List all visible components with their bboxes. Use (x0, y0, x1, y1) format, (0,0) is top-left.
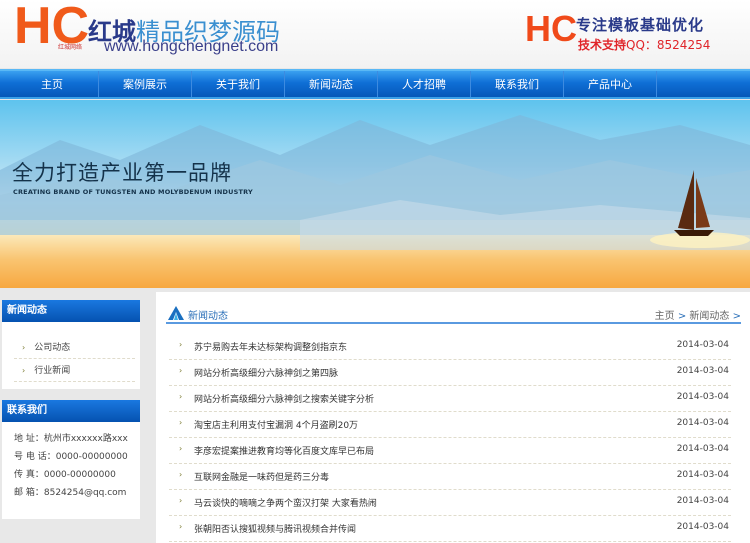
arrow-icon: › (179, 470, 183, 479)
arrow-icon: › (179, 392, 183, 401)
news-item[interactable]: › 李彦宏提案推进教育均等化百度文库早已布局 2014-03-04 (169, 438, 731, 464)
news-date: 2014-03-04 (676, 522, 729, 532)
nav-news[interactable]: 新闻动态 (285, 71, 378, 97)
breadcrumb: 主页 > 新闻动态 > (655, 307, 741, 322)
nav-cases[interactable]: 案例展示 (99, 71, 192, 97)
main-nav: 主页 案例展示 关于我们 新闻动态 人才招聘 联系我们 产品中心 (0, 69, 750, 99)
nav-home[interactable]: 主页 (6, 71, 99, 97)
news-item[interactable]: › 苏宁易购去年未达标架构调整剑指京东 2014-03-04 (169, 334, 731, 360)
nav-products[interactable]: 产品中心 (564, 71, 657, 97)
sidebar-link-industry-news[interactable]: › 行业新闻 (14, 359, 135, 382)
news-item[interactable]: › 淘宝店主利用支付宝漏洞 4个月盗刷20万 2014-03-04 (169, 412, 731, 438)
news-item[interactable]: › 网站分析高级细分六脉神剑之第四脉 2014-03-04 (169, 360, 731, 386)
news-title[interactable]: 网站分析高级细分六脉神剑之搜索关键字分析 (194, 392, 374, 405)
contact-address: 地 址：杭州市xxxxxx路xxx (14, 434, 128, 444)
arrow-icon: › (179, 496, 183, 505)
news-date: 2014-03-04 (676, 470, 729, 480)
breadcrumb-separator: > (677, 311, 687, 322)
sidebar-news-title: 新闻动态 (2, 300, 140, 322)
breadcrumb-home[interactable]: 主页 (655, 311, 675, 322)
news-date: 2014-03-04 (676, 418, 729, 428)
news-title[interactable]: 张朝阳否认搜狐视频与腾讯视频合并传闻 (194, 522, 356, 535)
logo[interactable]: HC 红城网络 (14, 0, 89, 55)
arrow-icon: › (179, 418, 183, 427)
arrow-icon: › (179, 444, 183, 453)
arrow-icon: › (179, 366, 183, 375)
arrow-icon: › (22, 343, 26, 352)
sidebar-link-company-news[interactable]: › 公司动态 (14, 336, 135, 359)
nav-about[interactable]: 关于我们 (192, 71, 285, 97)
sidebar-link-label: 行业新闻 (34, 366, 71, 376)
news-date: 2014-03-04 (676, 392, 729, 402)
header: HC 红城网络 红城精品织梦源码 www.hongchengnet.com HC… (0, 0, 750, 68)
news-date: 2014-03-04 (676, 496, 729, 506)
news-title[interactable]: 马云谈快的嘀嘀之争两个蛮汉打架 大家看热闹 (194, 496, 377, 509)
support-label: 技术支持 (578, 38, 627, 52)
banner: 全力打造产业第一品牌 CREATING BRAND OF TUNGSTEN AN… (0, 100, 750, 288)
section-header: 新闻动态 主页 > 新闻动态 > (166, 304, 741, 324)
news-title[interactable]: 互联网金融是一味药但是药三分毒 (194, 470, 329, 483)
news-item[interactable]: › 马云谈快的嘀嘀之争两个蛮汉打架 大家看热闹 2014-03-04 (169, 490, 731, 516)
logo-small: HC (525, 8, 577, 50)
arrow-icon: › (22, 366, 26, 375)
logo-small-letters: HC (525, 8, 577, 49)
news-title[interactable]: 苏宁易购去年未达标架构调整剑指京东 (194, 340, 347, 353)
news-item[interactable]: › 互联网金融是一味药但是药三分毒 2014-03-04 (169, 464, 731, 490)
support-qq: QQ：8524254 (626, 38, 711, 52)
nav-jobs[interactable]: 人才招聘 (378, 71, 471, 97)
news-title[interactable]: 李彦宏提案推进教育均等化百度文库早已布局 (194, 444, 374, 457)
main-panel: 新闻动态 主页 > 新闻动态 > › 苏宁易购去年未达标架构调整剑指京东 2014-… (156, 292, 750, 543)
sidebar-news: 新闻动态 › 公司动态 › 行业新闻 (2, 300, 140, 389)
sidebar-contact: 联系我们 地 址：杭州市xxxxxx路xxx 号 电 话：0000-000000… (2, 400, 140, 519)
breadcrumb-news[interactable]: 新闻动态 (689, 311, 729, 322)
news-title[interactable]: 网站分析高级细分六脉神剑之第四脉 (194, 366, 338, 379)
banner-title: 全力打造产业第一品牌 (12, 161, 232, 185)
contact-phone: 号 电 话：0000-00000000 (14, 452, 128, 462)
site-url: www.hongchengnet.com (104, 38, 279, 55)
logo-subtext: 红城网络 (58, 44, 83, 51)
support-info: 技术支持QQ：8524254 (578, 36, 710, 53)
sidebar-contact-title: 联系我们 (2, 400, 140, 422)
news-date: 2014-03-04 (676, 366, 729, 376)
slogan: 专注模板基础优化 (576, 16, 705, 34)
section-icon (168, 306, 184, 320)
breadcrumb-separator: > (732, 311, 741, 322)
contact-fax: 传 真：0000-00000000 (14, 470, 116, 480)
news-item[interactable]: › 网站分析高级细分六脉神剑之搜索关键字分析 2014-03-04 (169, 386, 731, 412)
arrow-icon: › (179, 340, 183, 349)
sidebar-link-label: 公司动态 (34, 343, 71, 353)
nav-contact[interactable]: 联系我们 (471, 71, 564, 97)
news-date: 2014-03-04 (676, 340, 729, 350)
news-item[interactable]: › 张朝阳否认搜狐视频与腾讯视频合并传闻 2014-03-04 (169, 516, 731, 542)
banner-subtitle: CREATING BRAND OF TUNGSTEN AND MOLYBDENU… (13, 188, 253, 196)
arrow-icon: › (179, 522, 183, 531)
contact-email: 邮 箱：8524254@qq.com (14, 488, 127, 498)
section-title: 新闻动态 (188, 311, 228, 322)
news-title[interactable]: 淘宝店主利用支付宝漏洞 4个月盗刷20万 (194, 418, 358, 431)
news-date: 2014-03-04 (676, 444, 729, 454)
